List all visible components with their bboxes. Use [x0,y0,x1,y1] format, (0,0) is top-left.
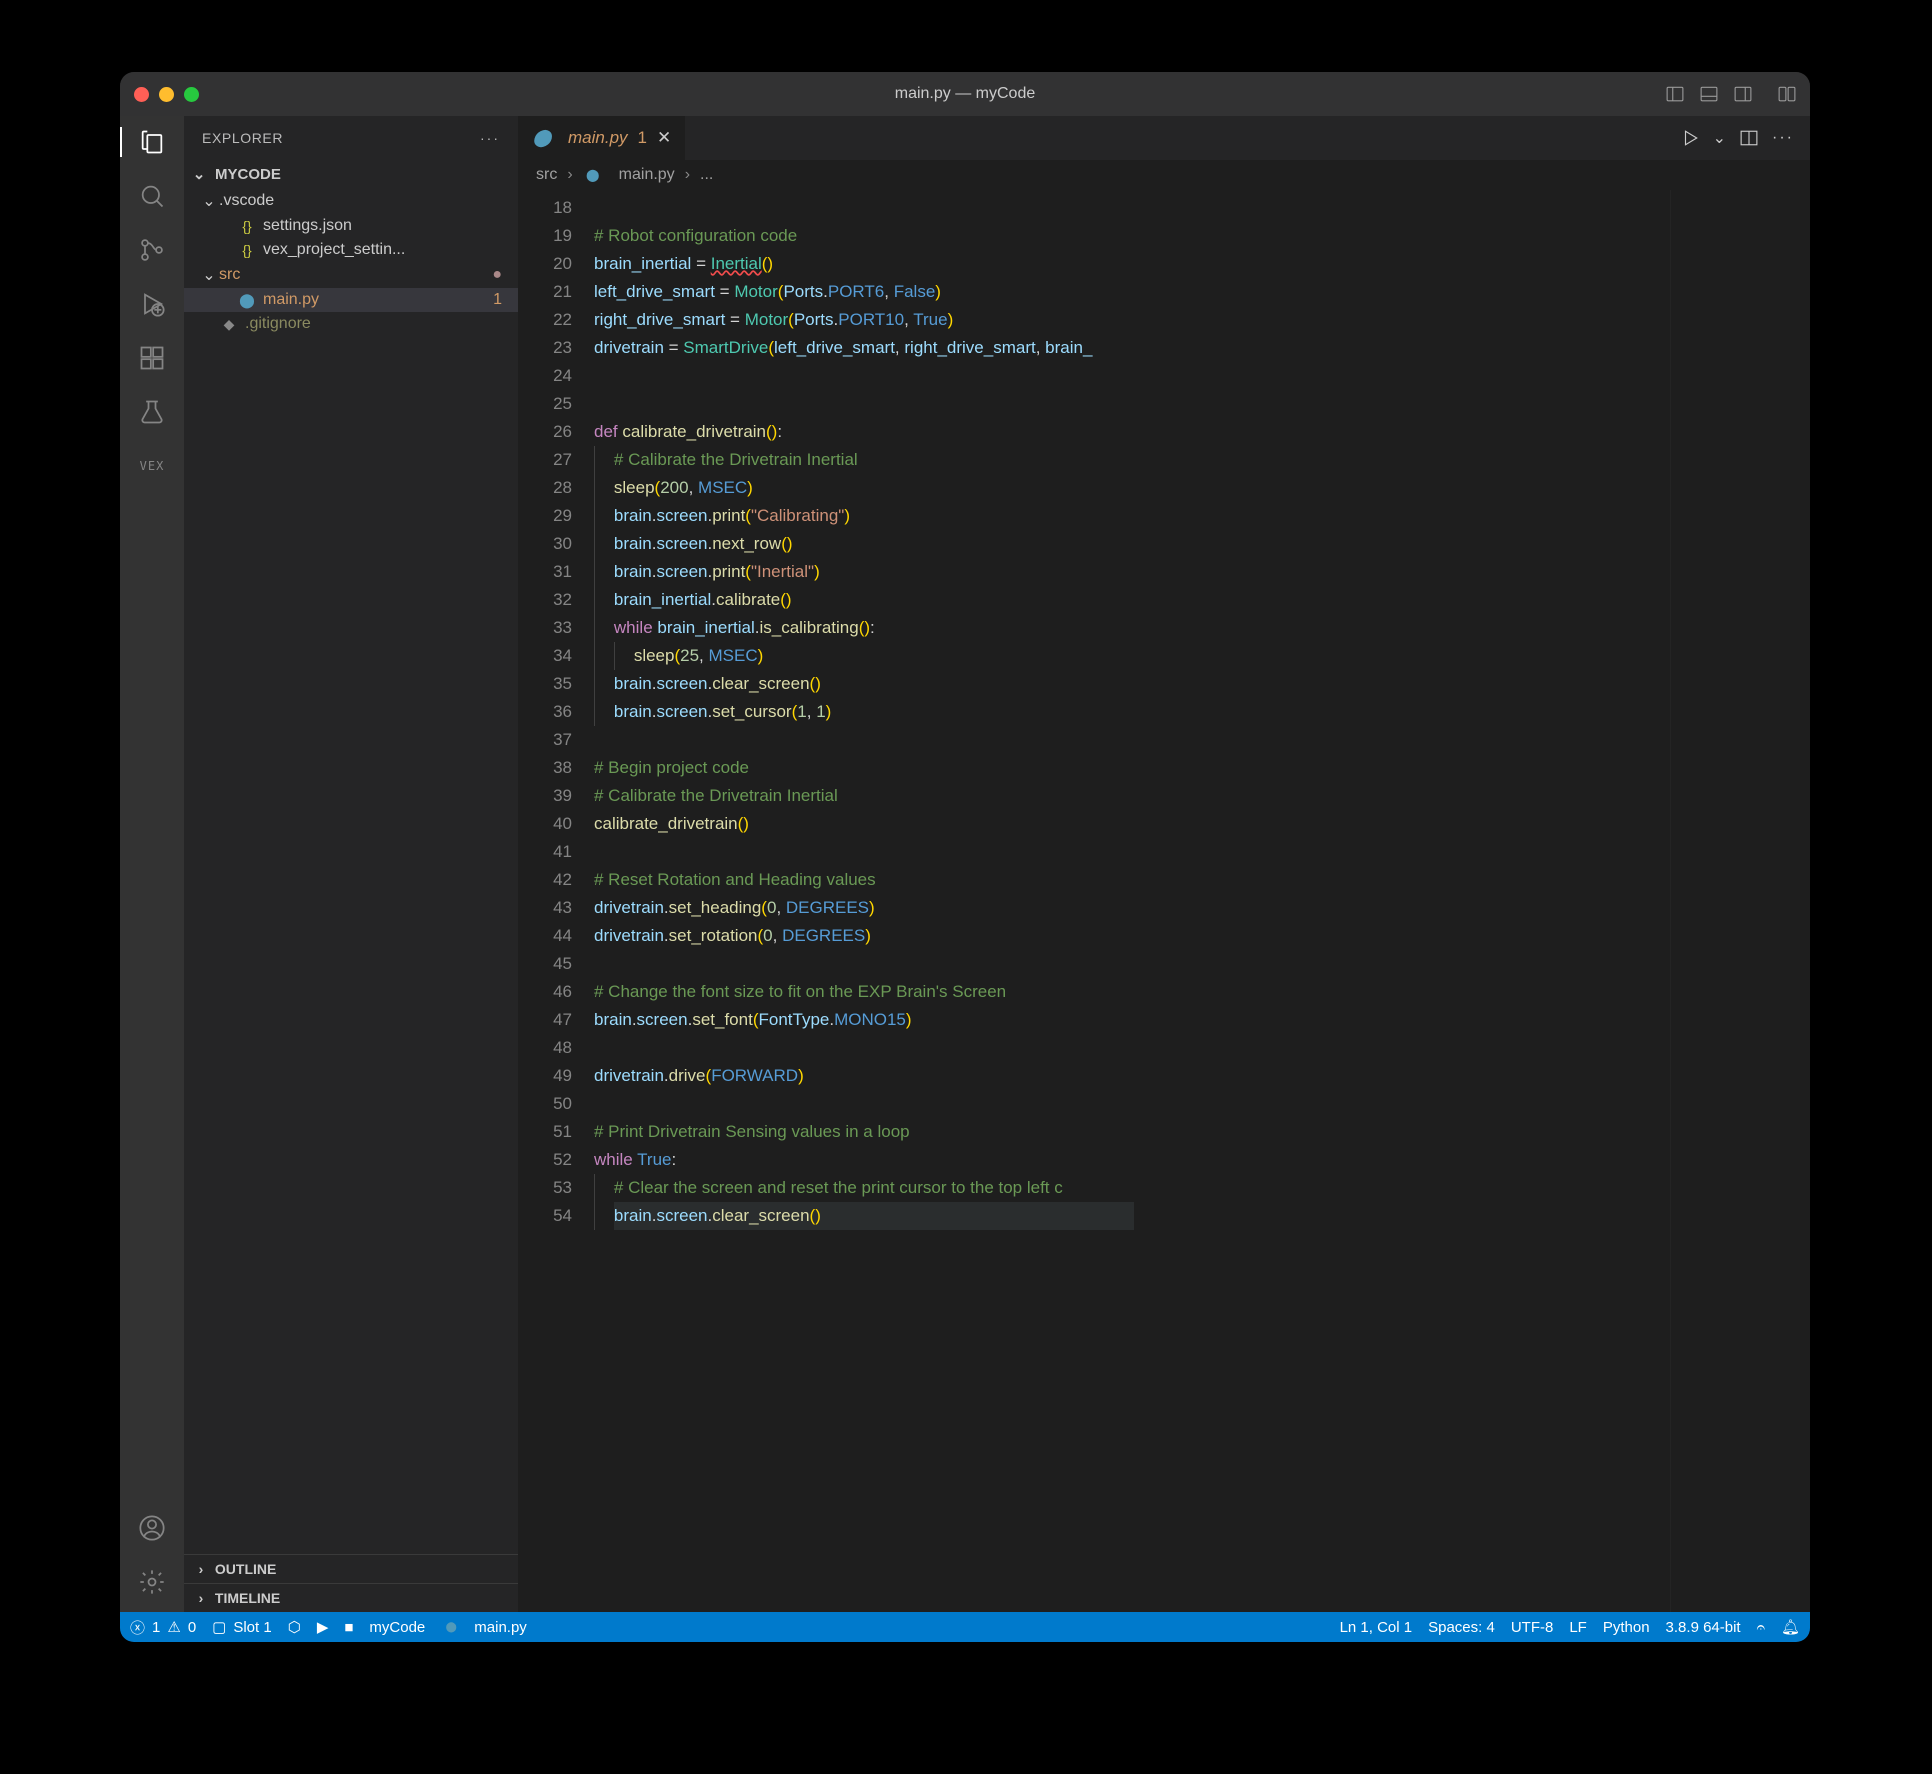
editor-actions: ⌄ ··· [1681,116,1810,160]
json-icon: {} [237,242,257,258]
breadcrumb-more[interactable]: ... [700,166,713,184]
tab-label: main.py [568,128,628,148]
panel-left-icon[interactable] [1666,85,1684,103]
editor-more-icon[interactable]: ··· [1772,129,1794,147]
item-label: vex_project_settin... [263,241,405,259]
folder-root-label: MYCODE [215,166,281,183]
vscode-window: main.py — myCode VEX EXPLORER ··· ⌄ MYCO… [120,72,1810,1642]
tab-main-py[interactable]: ⬤ main.py 1 ✕ [518,116,686,160]
error-badge: 1 [493,291,518,309]
status-python-version[interactable]: 3.8.9 64-bit [1666,1619,1741,1636]
py-icon: ⬤ [237,292,257,309]
breadcrumb-file[interactable]: main.py [619,166,675,184]
sidebar-header: EXPLORER ··· [184,116,518,160]
testing-view-icon[interactable] [136,396,168,428]
activity-bar: VEX [120,116,184,1612]
outline-label: OUTLINE [215,1561,276,1577]
run-debug-view-icon[interactable] [136,288,168,320]
file-vex_project_settin...[interactable]: {} vex_project_settin... [184,238,518,262]
error-icon: ⓧ [130,1617,145,1638]
accounts-icon[interactable] [136,1512,168,1544]
titlebar[interactable]: main.py — myCode [120,72,1810,116]
panel-right-icon[interactable] [1734,85,1752,103]
chevron-right-icon: › [194,1590,208,1606]
chevron-down-icon: ⌄ [202,265,216,285]
outline-section[interactable]: › OUTLINE [184,1554,518,1583]
settings-gear-icon[interactable] [136,1566,168,1598]
timeline-label: TIMELINE [215,1590,280,1606]
explorer-view-icon[interactable] [136,126,168,158]
status-spaces[interactable]: Spaces: 4 [1428,1619,1495,1636]
modified-indicator: ● [492,266,518,284]
breadcrumb[interactable]: src› ⬤main.py› ... [518,160,1810,190]
item-label: main.py [263,291,319,309]
item-label: src [219,266,240,284]
status-problems[interactable]: ⓧ1 ⚠0 [130,1617,196,1638]
line-gutter: 1819202122232425262728293031323334353637… [518,190,594,1612]
warning-icon: ⚠ [167,1618,180,1636]
source-control-view-icon[interactable] [136,234,168,266]
python-file-icon: ⬤ [532,128,552,148]
title-layout-icons [1666,85,1796,103]
status-play-icon[interactable]: ▶ [317,1618,329,1636]
tab-error-badge: 1 [638,128,647,148]
main-body: VEX EXPLORER ··· ⌄ MYCODE ⌄.vscode{}sett… [120,116,1810,1612]
editor-group: ⬤ main.py 1 ✕ ⌄ ··· src› ⬤main.py› ... 1… [518,116,1810,1612]
file-tree: ⌄.vscode{}settings.json{}vex_project_set… [184,188,518,1554]
layout-icon[interactable] [1778,85,1796,103]
file-main.py[interactable]: ⬤ main.py 1 [184,288,518,312]
json-icon: {} [237,218,257,234]
item-label: settings.json [263,217,352,235]
code-content[interactable]: # Robot configuration codebrain_inertial… [594,190,1670,1612]
split-editor-icon[interactable] [1740,129,1758,147]
status-feedback-icon[interactable]: 𝄐 [1757,1619,1765,1636]
status-build-icon[interactable]: ⬡ [288,1618,301,1636]
item-label: .vscode [219,192,274,210]
breadcrumb-folder[interactable]: src [536,166,557,184]
file-settings.json[interactable]: {} settings.json [184,214,518,238]
timeline-section[interactable]: › TIMELINE [184,1583,518,1612]
status-cursor[interactable]: Ln 1, Col 1 [1340,1619,1413,1636]
python-file-icon: ⬤ [583,168,603,182]
status-language[interactable]: Python [1603,1619,1650,1636]
window-controls [134,87,199,102]
window-title: main.py — myCode [895,85,1036,103]
status-file[interactable]: ⬤main.py [441,1619,527,1636]
status-project[interactable]: myCode [369,1619,425,1636]
search-view-icon[interactable] [136,180,168,212]
tab-bar: ⬤ main.py 1 ✕ ⌄ ··· [518,116,1810,160]
maximize-window-button[interactable] [184,87,199,102]
folder-.vscode[interactable]: ⌄.vscode [184,188,518,214]
chevron-right-icon: › [194,1561,208,1577]
folder-src[interactable]: ⌄src ● [184,262,518,288]
run-dropdown-icon[interactable]: ⌄ [1713,128,1726,148]
chevron-down-icon: ⌄ [192,165,206,183]
close-window-button[interactable] [134,87,149,102]
file-.gitignore[interactable]: ◆ .gitignore [184,312,518,336]
item-label: .gitignore [245,315,311,333]
extensions-view-icon[interactable] [136,342,168,374]
python-file-icon: ⬤ [441,1622,461,1633]
sidebar-more-icon[interactable]: ··· [480,130,500,146]
vex-view-icon[interactable]: VEX [136,450,168,482]
slot-icon: ▢ [212,1618,226,1636]
panel-bottom-icon[interactable] [1700,85,1718,103]
status-bell-icon[interactable]: 🔔︎ [1781,1618,1800,1636]
status-eol[interactable]: LF [1569,1619,1587,1636]
close-tab-icon[interactable]: ✕ [657,128,671,148]
chevron-down-icon: ⌄ [202,191,216,211]
folder-root[interactable]: ⌄ MYCODE [184,160,518,188]
sidebar-title: EXPLORER [202,130,283,146]
status-encoding[interactable]: UTF-8 [1511,1619,1554,1636]
explorer-sidebar: EXPLORER ··· ⌄ MYCODE ⌄.vscode{}settings… [184,116,518,1612]
run-icon[interactable] [1681,129,1699,147]
minimap[interactable] [1670,190,1810,1612]
status-slot[interactable]: ▢Slot 1 [212,1618,272,1636]
status-stop-icon[interactable]: ■ [344,1619,353,1636]
git-icon: ◆ [219,316,239,333]
minimize-window-button[interactable] [159,87,174,102]
status-bar: ⓧ1 ⚠0 ▢Slot 1 ⬡ ▶ ■ myCode ⬤main.py Ln 1… [120,1612,1810,1642]
code-area[interactable]: 1819202122232425262728293031323334353637… [518,190,1810,1612]
